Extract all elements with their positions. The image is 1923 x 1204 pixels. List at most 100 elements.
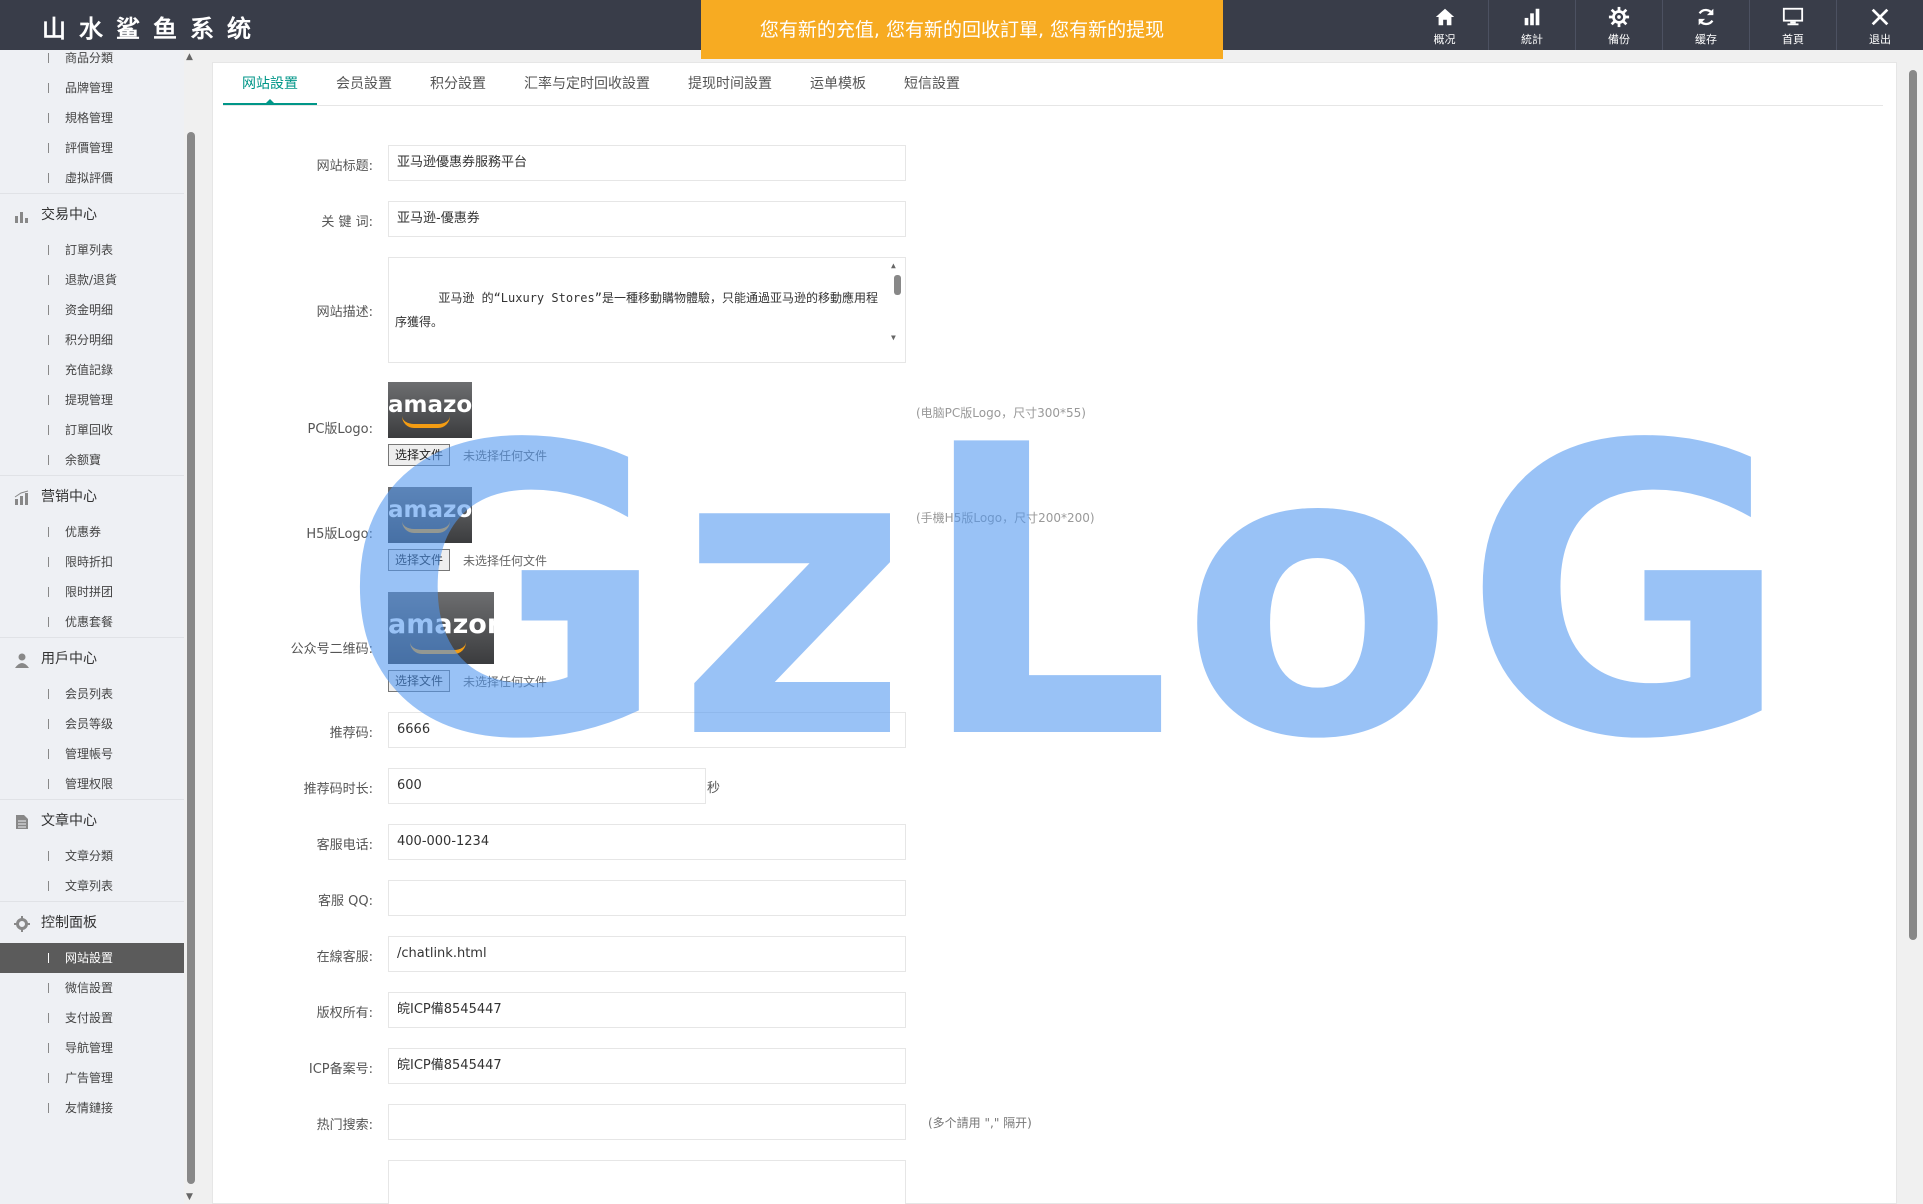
sidebar-item[interactable]: 会员列表 — [0, 679, 184, 709]
stats-button[interactable]: 統計 — [1488, 0, 1575, 50]
monitor-icon — [1782, 7, 1804, 26]
site-title-input[interactable]: 亚马逊優惠券服務平台 — [388, 145, 906, 181]
h5-logo-hint: (手機H5版Logo，尺寸200*200) — [916, 511, 1095, 525]
sidebar-item[interactable]: 会员等级 — [0, 709, 184, 739]
scrollbar-thumb[interactable] — [187, 132, 195, 1184]
sidebar-item[interactable]: 管理权限 — [0, 769, 184, 799]
scrollbar-thumb[interactable] — [1909, 70, 1917, 940]
pc-logo-file-button[interactable]: 选择文件 — [388, 444, 451, 466]
sidebar-item[interactable]: 限时拼团 — [0, 577, 184, 607]
sidebar-section-article[interactable]: 文章中心 — [0, 799, 184, 841]
sidebar-item[interactable]: 訂單回收 — [0, 415, 184, 445]
sidebar-item[interactable]: 文章分類 — [0, 841, 184, 871]
sidebar-item[interactable]: 商品分類 — [0, 50, 184, 73]
h5-logo-label: H5版Logo: — [306, 527, 373, 542]
cache-label: 缓存 — [1695, 33, 1717, 46]
scrollbar-thumb[interactable] — [894, 275, 901, 295]
sidebar-item[interactable]: 优惠券 — [0, 517, 184, 547]
ref-duration-input[interactable]: 600 — [388, 768, 706, 804]
logo-text: amazon — [388, 392, 472, 418]
sidebar-item[interactable]: 广告管理 — [0, 1063, 184, 1093]
sidebar-scrollbar[interactable]: ▲ ▼ — [184, 50, 198, 1204]
qrcode-label: 公众号二维码: — [290, 642, 373, 657]
sidebar-item[interactable]: 微信設置 — [0, 973, 184, 1003]
qrcode-image: amazon — [388, 592, 494, 664]
tab-points-settings[interactable]: 积分設置 — [411, 63, 505, 105]
gear-icon — [1608, 6, 1630, 28]
online-service-input[interactable]: /chatlink.html — [388, 936, 906, 972]
sidebar-item[interactable]: 品牌管理 — [0, 73, 184, 103]
extra-textarea[interactable] — [388, 1160, 906, 1204]
description-textarea[interactable]: 亚马逊 的“Luxury Stores”是一種移動購物體驗，只能通過亚马逊的移動… — [388, 257, 906, 363]
bar-chart-icon — [1524, 8, 1540, 26]
sidebar-item[interactable]: 提現管理 — [0, 385, 184, 415]
sidebar-item[interactable]: 支付設置 — [0, 1003, 184, 1033]
sidebar-item[interactable]: 限時折扣 — [0, 547, 184, 577]
qrcode-file-button[interactable]: 选择文件 — [388, 670, 451, 692]
cache-button[interactable]: 缓存 — [1662, 0, 1749, 50]
section-title: 营销中心 — [41, 489, 97, 505]
scroll-up-icon[interactable]: ▲ — [186, 52, 193, 62]
copyright-input[interactable]: 皖ICP備8545447 — [388, 992, 906, 1028]
logout-button[interactable]: 退出 — [1836, 0, 1923, 50]
sidebar-item[interactable]: 文章列表 — [0, 871, 184, 901]
tab-exchange-settings[interactable]: 汇率与定时回收設置 — [505, 63, 669, 105]
sidebar-section-marketing[interactable]: 营销中心 — [0, 475, 184, 517]
ref-duration-unit: 秒 — [707, 781, 721, 796]
sidebar: 商品分類 品牌管理 規格管理 評價管理 虛拟評價 交易中心 訂單列表 退款/退貨… — [0, 50, 184, 1204]
tab-sms-settings[interactable]: 短信設置 — [885, 63, 979, 105]
home-icon — [1435, 8, 1454, 26]
sidebar-item[interactable]: 导航管理 — [0, 1033, 184, 1063]
ref-code-input[interactable]: 6666 — [388, 712, 906, 748]
tab-member-settings[interactable]: 会员設置 — [317, 63, 411, 105]
chart-icon — [15, 212, 28, 223]
ref-code-label: 推荐码: — [329, 726, 373, 741]
sidebar-section-control[interactable]: 控制面板 — [0, 901, 184, 943]
brand-title: 山水鲨鱼系统 — [42, 15, 264, 43]
qq-input[interactable] — [388, 880, 906, 916]
sidebar-item[interactable]: 退款/退貨 — [0, 265, 184, 295]
document-icon — [16, 815, 28, 829]
backup-button[interactable]: 備份 — [1575, 0, 1662, 50]
qq-label: 客服 QQ: — [318, 894, 373, 909]
sidebar-item[interactable]: 訂單列表 — [0, 235, 184, 265]
scroll-down-icon[interactable]: ▼ — [186, 1192, 193, 1202]
scroll-down-icon[interactable]: ▼ — [891, 333, 896, 343]
overview-button[interactable]: 概况 — [1401, 0, 1488, 50]
sidebar-item[interactable]: 余额寶 — [0, 445, 184, 475]
sidebar-item-site-settings[interactable]: 网站設置 — [0, 943, 184, 973]
marketing-icon — [14, 490, 29, 505]
pc-logo-file-status: 未选择任何文件 — [463, 449, 548, 463]
sidebar-item[interactable]: 优惠套餐 — [0, 607, 184, 637]
sidebar-item[interactable]: 管理帳号 — [0, 739, 184, 769]
section-title: 用戶中心 — [41, 651, 97, 667]
sidebar-item[interactable]: 充值記錄 — [0, 355, 184, 385]
sidebar-item[interactable]: 評價管理 — [0, 133, 184, 163]
tab-withdraw-time[interactable]: 提现时间設置 — [669, 63, 791, 105]
sidebar-item[interactable]: 虛拟評價 — [0, 163, 184, 193]
scroll-up-icon[interactable]: ▲ — [891, 261, 896, 271]
stats-label: 統計 — [1521, 33, 1543, 46]
description-label: 网站描述: — [316, 305, 373, 320]
sidebar-item[interactable]: 規格管理 — [0, 103, 184, 133]
sidebar-item[interactable]: 友情鏈接 — [0, 1093, 184, 1123]
pc-logo-label: PC版Logo: — [307, 422, 373, 437]
pc-logo-hint: (电脑PC版Logo，尺寸300*55) — [916, 406, 1086, 420]
sidebar-item[interactable]: 资金明细 — [0, 295, 184, 325]
main-scrollbar[interactable] — [1906, 62, 1920, 1204]
user-icon — [15, 653, 29, 668]
notification-banner[interactable]: 您有新的充值, 您有新的回收訂單, 您有新的提现 — [701, 0, 1223, 59]
phone-input[interactable]: 400-000-1234 — [388, 824, 906, 860]
keywords-input[interactable]: 亚马逊-優惠券 — [388, 201, 906, 237]
icp-input[interactable]: 皖ICP備8545447 — [388, 1048, 906, 1084]
sidebar-section-user[interactable]: 用戶中心 — [0, 637, 184, 679]
h5-logo-file-button[interactable]: 选择文件 — [388, 549, 451, 571]
sidebar-section-trade[interactable]: 交易中心 — [0, 193, 184, 235]
homepage-button[interactable]: 首頁 — [1749, 0, 1836, 50]
sidebar-item[interactable]: 积分明细 — [0, 325, 184, 355]
tab-site-settings[interactable]: 网站設置 — [223, 63, 317, 105]
pc-logo-image: amazon — [388, 382, 472, 438]
hot-search-input[interactable] — [388, 1104, 906, 1140]
textarea-scrollbar[interactable]: ▲ ▼ — [891, 261, 903, 359]
tab-waybill-template[interactable]: 运单模板 — [791, 63, 885, 105]
